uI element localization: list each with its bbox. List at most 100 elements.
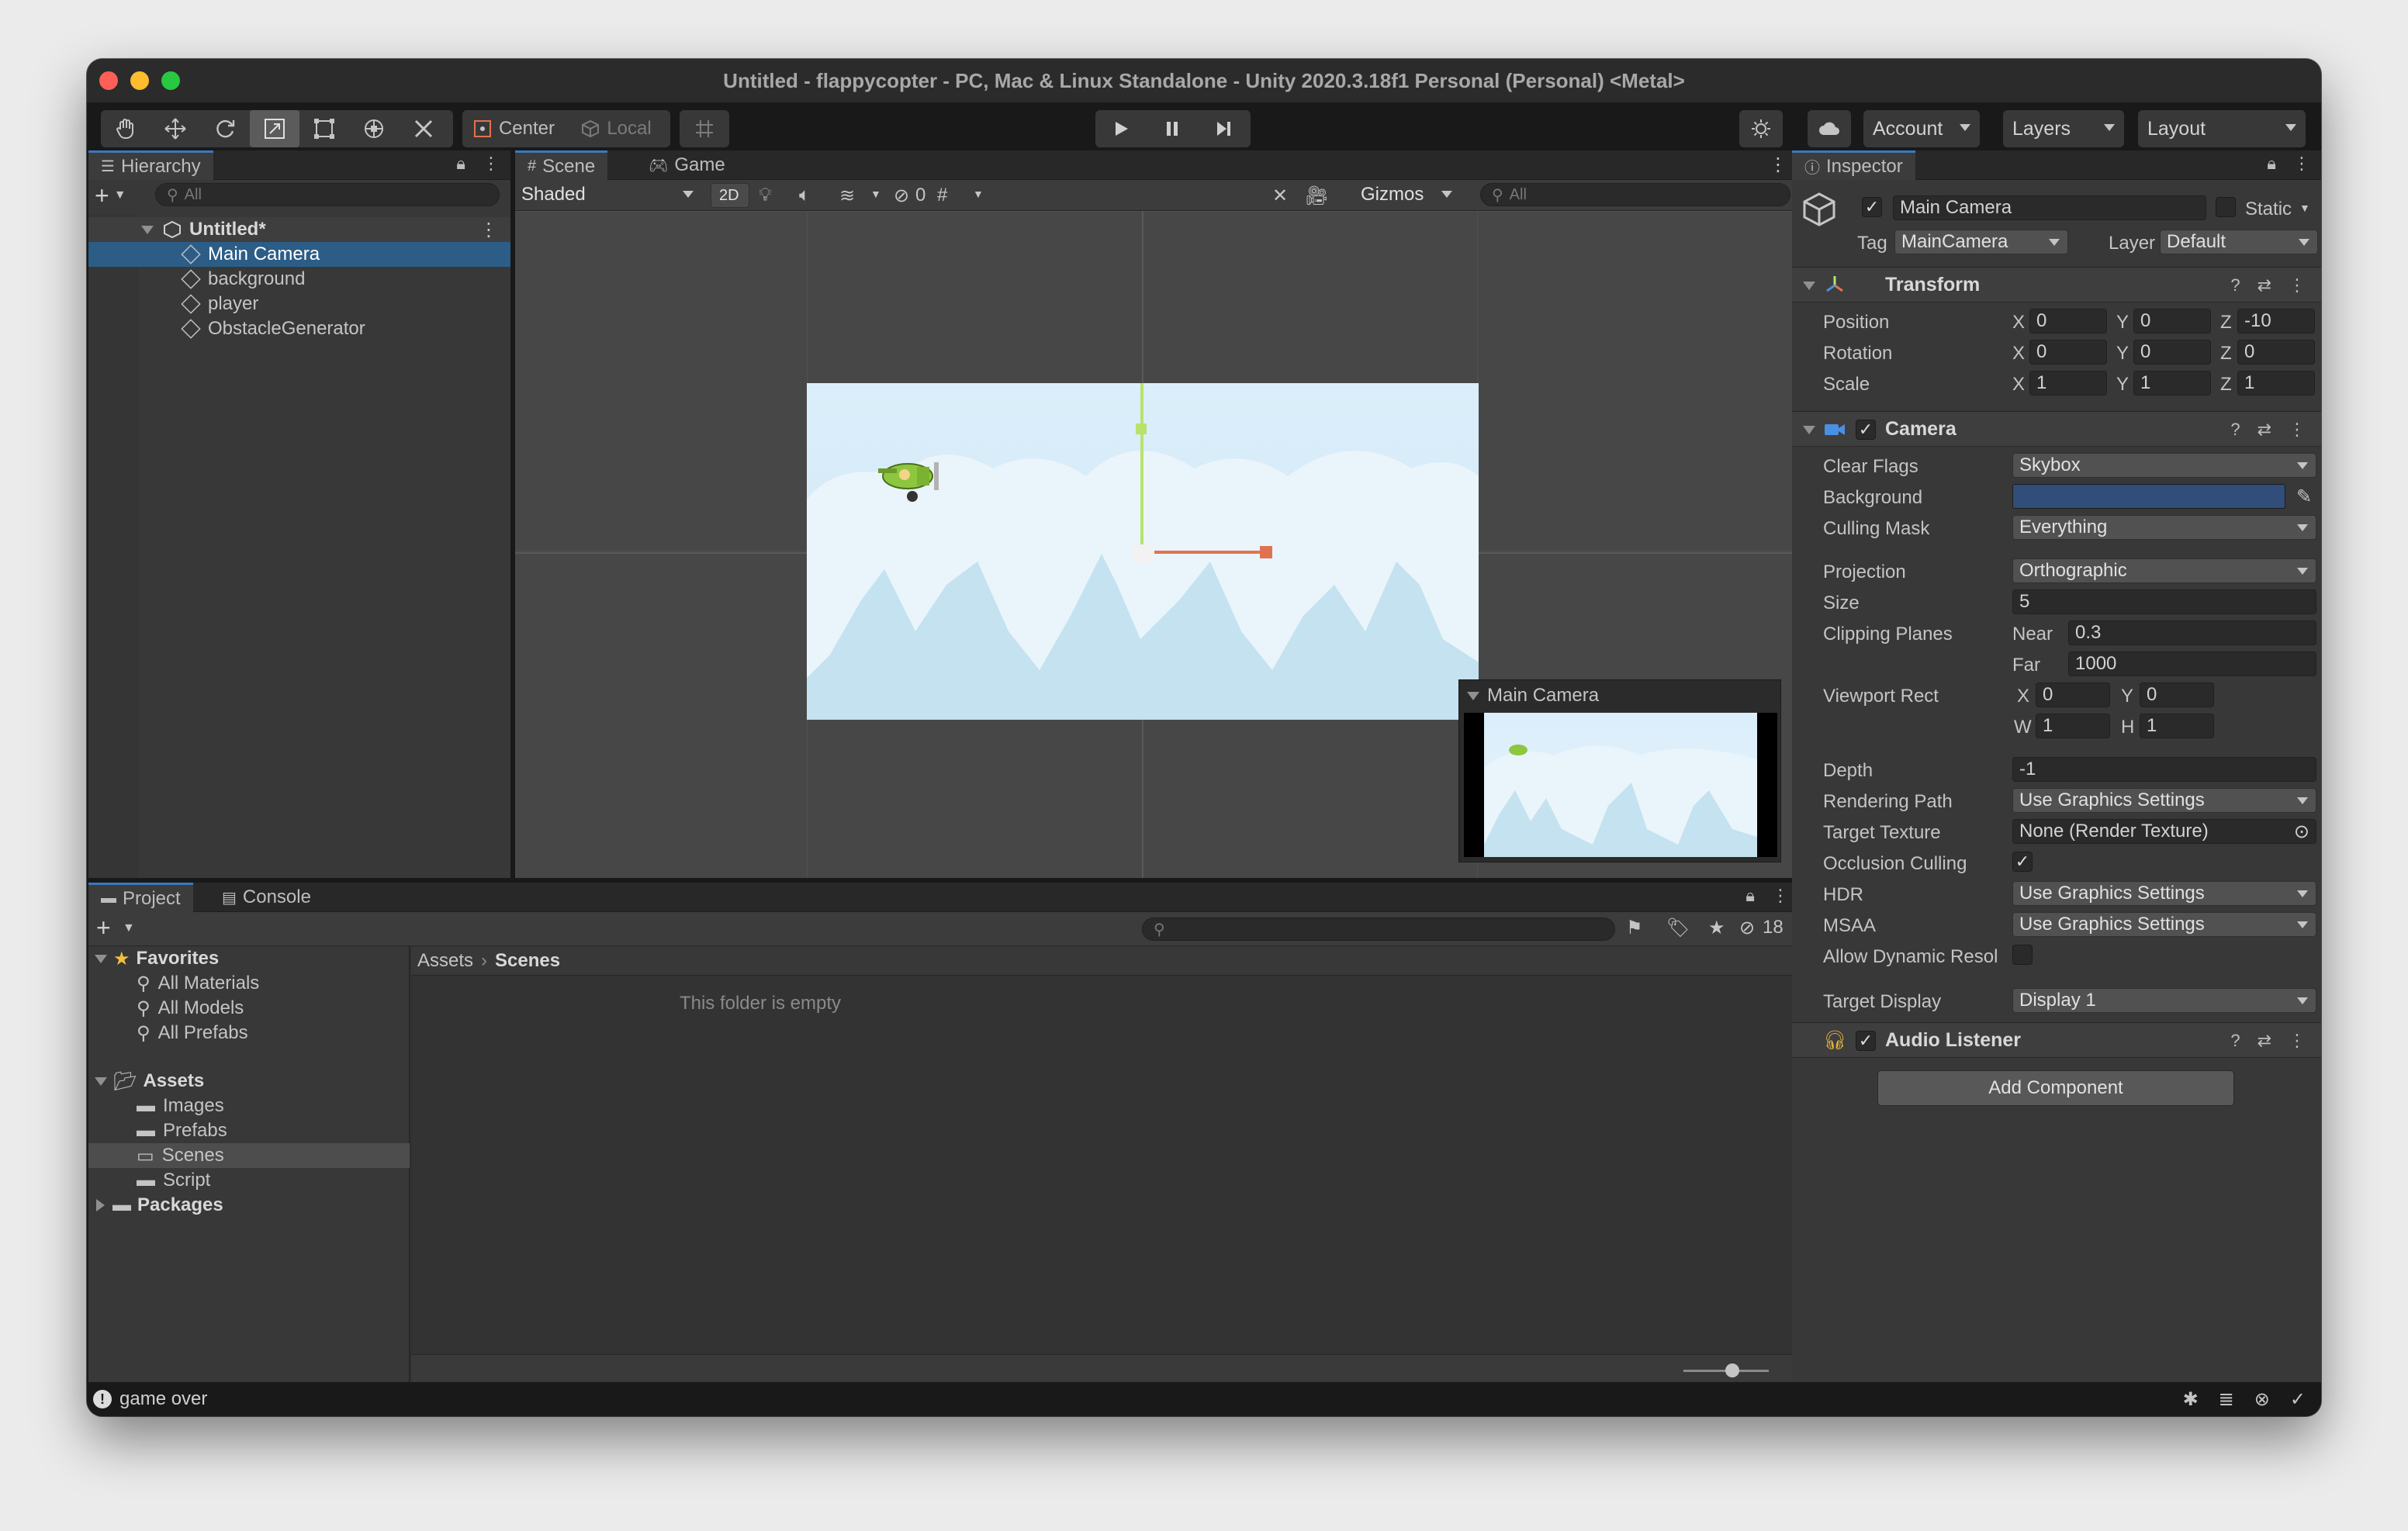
rect-tool-button[interactable] bbox=[299, 110, 349, 147]
scale-y-field[interactable]: 1 bbox=[2133, 371, 2211, 396]
culling-mask-dropdown[interactable]: Everything bbox=[2012, 515, 2316, 540]
position-y-field[interactable]: 0 bbox=[2133, 309, 2211, 334]
transform-tool-button[interactable] bbox=[349, 110, 399, 147]
project-search-input[interactable]: ⚲ bbox=[1142, 918, 1615, 941]
scene-root-row[interactable]: Untitled* ⋮ bbox=[88, 217, 510, 242]
collapse-triangle-icon[interactable] bbox=[1803, 282, 1815, 290]
size-field[interactable]: 5 bbox=[2012, 589, 2316, 614]
lock-icon[interactable]: 🔒︎ bbox=[456, 154, 465, 174]
lighting-toggle-icon[interactable]: 💡︎ bbox=[759, 185, 772, 206]
context-menu-icon[interactable]: ⋮ bbox=[2289, 275, 2306, 295]
scene-viewport[interactable]: Main Camera bbox=[515, 211, 1800, 878]
lock-icon[interactable]: 🔒︎ bbox=[2267, 154, 2276, 174]
folder-item-script[interactable]: ▬ Script bbox=[137, 1168, 210, 1193]
occlusion-culling-checkbox[interactable]: ✓ bbox=[2012, 852, 2033, 872]
object-name-field[interactable]: Main Camera bbox=[1893, 195, 2206, 220]
preset-icon[interactable]: ⇄ bbox=[2258, 275, 2271, 295]
hierarchy-item-player[interactable]: player bbox=[88, 292, 510, 316]
grid-snap-button[interactable] bbox=[680, 110, 729, 147]
audio-toggle-icon[interactable]: 🔈︎ bbox=[799, 185, 810, 206]
shading-mode-dropdown[interactable]: Shaded bbox=[515, 182, 701, 207]
rotate-tool-button[interactable] bbox=[200, 110, 250, 147]
projection-dropdown[interactable]: Orthographic bbox=[2012, 558, 2316, 583]
tab-console[interactable]: ▤ Console bbox=[209, 883, 323, 912]
target-display-dropdown[interactable]: Display 1 bbox=[2012, 988, 2316, 1013]
step-button[interactable] bbox=[1198, 110, 1249, 147]
background-color-swatch[interactable] bbox=[2012, 484, 2285, 509]
clear-flags-dropdown[interactable]: Skybox bbox=[2012, 453, 2316, 478]
preset-icon[interactable]: ⇄ bbox=[2258, 420, 2271, 440]
camera-center-handle[interactable] bbox=[1133, 544, 1154, 563]
collab-button[interactable] bbox=[1739, 110, 1783, 147]
hierarchy-item-main-camera[interactable]: Main Camera bbox=[88, 242, 510, 267]
scale-x-field[interactable]: 1 bbox=[2029, 371, 2107, 396]
grid-toggle-icon[interactable]: # bbox=[937, 185, 947, 206]
collapse-triangle-icon[interactable] bbox=[1803, 426, 1815, 434]
packages-row[interactable]: ▬ Packages bbox=[96, 1193, 223, 1218]
position-x-field[interactable]: 0 bbox=[2029, 309, 2107, 334]
minimize-window-button[interactable] bbox=[130, 71, 149, 90]
scene-search-input[interactable]: ⚲ All bbox=[1480, 183, 1790, 206]
icon-size-slider-handle[interactable] bbox=[1725, 1363, 1739, 1377]
favorite-item-all-materials[interactable]: ⚲ All Materials bbox=[137, 971, 259, 996]
viewport-x-field[interactable]: 0 bbox=[2036, 683, 2110, 707]
scene-menu-icon[interactable]: ⋮ bbox=[479, 219, 498, 241]
lock-icon[interactable]: 🔒︎ bbox=[1745, 886, 1755, 906]
close-window-button[interactable] bbox=[99, 71, 118, 90]
far-field[interactable]: 1000 bbox=[2068, 651, 2316, 676]
tag-dropdown[interactable]: MainCamera bbox=[1894, 230, 2068, 254]
camera-y-handle[interactable] bbox=[1136, 423, 1147, 434]
expand-triangle-icon[interactable] bbox=[95, 1077, 107, 1086]
hidden-packages-icon[interactable]: ⊘ bbox=[1739, 917, 1755, 939]
folder-item-images[interactable]: ▬ Images bbox=[137, 1094, 224, 1118]
favorite-item-all-prefabs[interactable]: ⚲ All Prefabs bbox=[137, 1021, 248, 1045]
favorite-item-all-models[interactable]: ⚲ All Models bbox=[137, 996, 244, 1021]
camera-y-gizmo[interactable] bbox=[1140, 383, 1143, 551]
help-icon[interactable]: ? bbox=[2230, 420, 2240, 440]
pause-button[interactable] bbox=[1147, 110, 1198, 147]
maximize-window-button[interactable] bbox=[161, 71, 180, 90]
camera-x-gizmo[interactable] bbox=[1142, 551, 1268, 554]
help-icon[interactable]: ? bbox=[2230, 275, 2240, 295]
breadcrumb-scenes[interactable]: Scenes bbox=[495, 950, 560, 972]
viewport-w-field[interactable]: 1 bbox=[2036, 714, 2110, 738]
tab-project[interactable]: ▬ Project bbox=[88, 883, 193, 912]
tab-scene[interactable]: # Scene bbox=[515, 150, 608, 180]
expand-triangle-icon[interactable] bbox=[95, 954, 107, 963]
scale-tool-button[interactable] bbox=[250, 110, 299, 147]
play-button[interactable] bbox=[1095, 110, 1147, 147]
create-add-button[interactable]: + bbox=[95, 181, 109, 210]
rotation-z-field[interactable]: 0 bbox=[2237, 340, 2315, 365]
custom-tool-button[interactable] bbox=[399, 110, 448, 147]
assets-row[interactable]: 📂︎ Assets bbox=[95, 1069, 204, 1094]
auto-refresh-icon[interactable]: ⊗ bbox=[2254, 1388, 2270, 1411]
object-picker-icon[interactable]: ⊙ bbox=[2294, 821, 2309, 843]
move-tool-button[interactable] bbox=[150, 110, 200, 147]
favorites-star-icon[interactable]: ★ bbox=[1708, 917, 1725, 939]
help-icon[interactable]: ? bbox=[2230, 1031, 2240, 1051]
scene-more-menu-icon[interactable]: ⋮ bbox=[1769, 154, 1787, 176]
rotation-x-field[interactable]: 0 bbox=[2029, 340, 2107, 365]
audio-listener-enabled-checkbox[interactable]: ✓ bbox=[1856, 1031, 1876, 1051]
tools-toggle-icon[interactable]: ✕ bbox=[1272, 185, 1288, 207]
hidden-objects-icon[interactable]: ⊘ bbox=[894, 185, 909, 207]
layer-dropdown[interactable]: Default bbox=[2160, 230, 2318, 254]
rendering-path-dropdown[interactable]: Use Graphics Settings bbox=[2012, 788, 2316, 813]
progress-check-icon[interactable]: ✓ bbox=[2290, 1388, 2306, 1411]
hdr-dropdown[interactable]: Use Graphics Settings bbox=[2012, 881, 2316, 906]
cache-icon[interactable]: ≣ bbox=[2219, 1388, 2234, 1411]
favorites-row[interactable]: ★ Favorites bbox=[95, 946, 219, 971]
camera-settings-icon[interactable]: 🎥︎ bbox=[1305, 185, 1328, 207]
static-dropdown-icon[interactable]: ▼ bbox=[2299, 202, 2310, 214]
chevron-down-icon[interactable]: ▼ bbox=[114, 188, 126, 202]
scale-z-field[interactable]: 1 bbox=[2237, 371, 2315, 396]
viewport-y-field[interactable]: 0 bbox=[2140, 683, 2214, 707]
gizmos-dropdown[interactable]: Gizmos bbox=[1354, 182, 1460, 207]
static-checkbox[interactable] bbox=[2216, 197, 2236, 217]
debug-icon[interactable]: ✱ bbox=[2183, 1388, 2199, 1411]
more-menu-icon[interactable]: ⋮ bbox=[1772, 886, 1789, 906]
dynamic-resolution-checkbox[interactable] bbox=[2012, 945, 2033, 965]
hand-tool-button[interactable] bbox=[101, 110, 150, 147]
rotation-y-field[interactable]: 0 bbox=[2133, 340, 2211, 365]
tab-game[interactable]: 🎮︎ Game bbox=[636, 150, 738, 180]
